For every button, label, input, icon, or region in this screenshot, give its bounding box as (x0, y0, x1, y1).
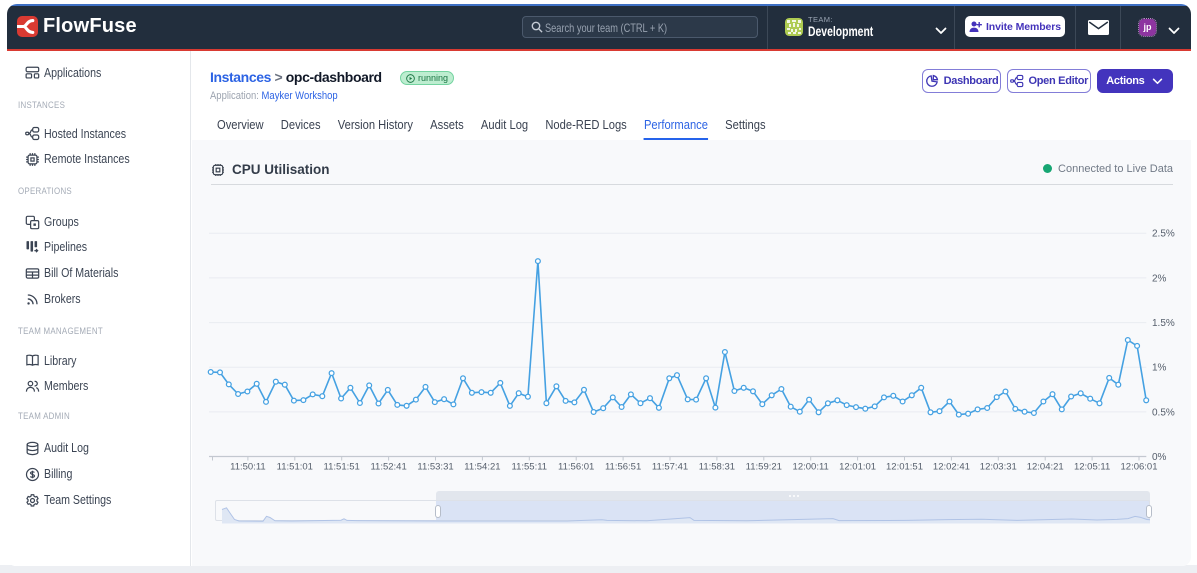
svg-text:11:51:01: 11:51:01 (277, 462, 313, 473)
svg-text:12:01:01: 12:01:01 (839, 462, 876, 473)
svg-text:0.5%: 0.5% (1152, 407, 1175, 418)
svg-text:2.5%: 2.5% (1152, 229, 1175, 240)
svg-text:12:05:11: 12:05:11 (1074, 462, 1110, 473)
svg-text:11:56:01: 11:56:01 (558, 462, 594, 473)
svg-text:12:02:41: 12:02:41 (933, 462, 970, 473)
svg-text:12:01:51: 12:01:51 (886, 462, 923, 473)
svg-text:2%: 2% (1152, 273, 1167, 284)
svg-text:1.5%: 1.5% (1152, 318, 1175, 329)
svg-text:11:55:11: 11:55:11 (512, 462, 548, 473)
svg-text:11:50:11: 11:50:11 (230, 462, 266, 473)
svg-text:11:56:51: 11:56:51 (605, 462, 641, 473)
svg-text:11:54:21: 11:54:21 (464, 462, 500, 473)
svg-text:12:00:11: 12:00:11 (793, 462, 829, 473)
svg-text:12:04:21: 12:04:21 (1027, 462, 1064, 473)
svg-text:11:58:31: 11:58:31 (699, 462, 735, 473)
svg-text:12:06:01: 12:06:01 (1121, 462, 1158, 473)
svg-text:11:51:51: 11:51:51 (324, 462, 360, 473)
svg-text:1%: 1% (1152, 363, 1167, 374)
svg-text:12:03:31: 12:03:31 (980, 462, 1017, 473)
svg-text:11:52:41: 11:52:41 (370, 462, 406, 473)
svg-text:11:53:31: 11:53:31 (417, 462, 453, 473)
svg-text:11:59:21: 11:59:21 (746, 462, 782, 473)
svg-text:11:57:41: 11:57:41 (652, 462, 688, 473)
